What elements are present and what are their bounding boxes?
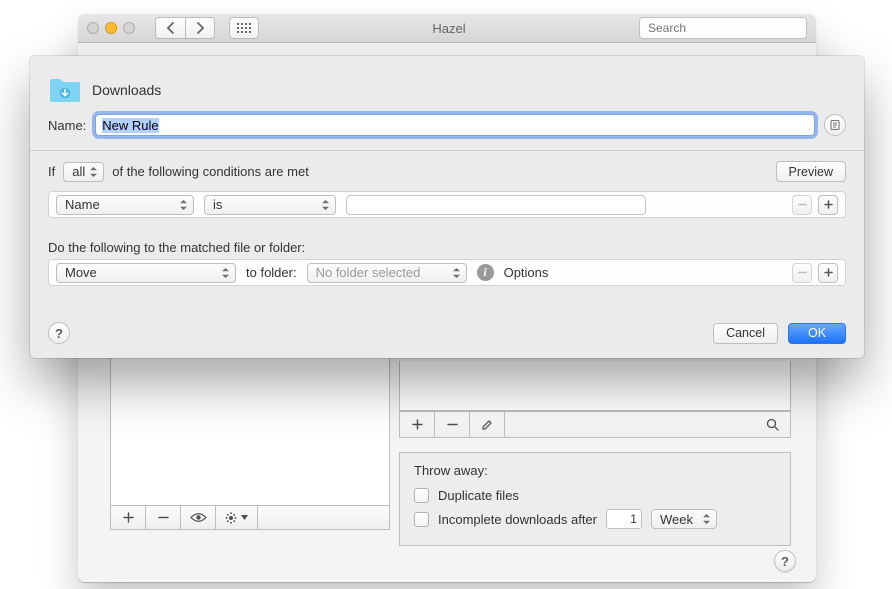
back-button[interactable]: [155, 17, 185, 39]
action-row: Move to folder: No folder selected i Opt…: [48, 259, 846, 286]
actions-label: Do the following to the matched file or …: [30, 228, 864, 259]
eye-icon: [190, 512, 207, 523]
throw-away-title: Throw away:: [414, 463, 776, 478]
add-condition-button[interactable]: [818, 195, 838, 215]
rule-name-label: Name:: [48, 118, 86, 133]
duplicate-files-label: Duplicate files: [438, 488, 519, 503]
action-destination-popup[interactable]: No folder selected: [307, 263, 467, 283]
grid-icon: [237, 23, 251, 33]
add-action-button[interactable]: [818, 263, 838, 283]
folder-actions-menu[interactable]: [216, 506, 258, 529]
show-all-button[interactable]: [229, 17, 259, 39]
rules-toolbar: [399, 411, 791, 438]
zoom-window-button[interactable]: [123, 22, 135, 34]
preview-folder-button[interactable]: [181, 506, 216, 529]
condition-attribute-popup[interactable]: Name: [56, 195, 194, 215]
rule-name-row: Name:: [30, 112, 864, 150]
note-icon: [829, 119, 841, 131]
action-options-label[interactable]: Options: [504, 265, 549, 280]
remove-condition-button[interactable]: [792, 195, 812, 215]
incomplete-downloads-value[interactable]: [606, 509, 642, 529]
condition-scope-popup[interactable]: all: [63, 162, 104, 182]
chevron-right-icon: [196, 22, 205, 34]
duplicate-files-checkbox[interactable]: [414, 488, 429, 503]
search-input[interactable]: [646, 20, 805, 36]
chevron-left-icon: [166, 22, 175, 34]
edit-rule-button[interactable]: [470, 412, 505, 437]
minus-icon: [798, 268, 807, 277]
rules-list[interactable]: [399, 361, 791, 411]
incomplete-downloads-checkbox[interactable]: [414, 512, 429, 527]
if-label: If: [48, 164, 55, 179]
rules-pane: Throw away: Duplicate files Incomplete d…: [399, 361, 791, 546]
folder-list[interactable]: [110, 340, 390, 530]
cancel-button[interactable]: Cancel: [713, 323, 778, 344]
minus-icon: [447, 419, 458, 430]
nav-group: [155, 17, 215, 39]
help-button[interactable]: ?: [774, 550, 796, 572]
forward-button[interactable]: [185, 17, 215, 39]
rules-search-button[interactable]: [755, 412, 790, 437]
remove-folder-button[interactable]: [146, 506, 181, 529]
plus-icon: [412, 419, 423, 430]
rule-editor-sheet: Downloads Name: If all of the following …: [30, 56, 864, 358]
titlebar: Hazel: [78, 14, 816, 43]
plus-icon: [824, 200, 833, 209]
action-to-label: to folder:: [246, 265, 297, 280]
plus-icon: [123, 512, 134, 523]
info-icon: i: [477, 264, 494, 281]
ok-button[interactable]: OK: [788, 323, 846, 344]
remove-rule-button[interactable]: [435, 412, 470, 437]
downloads-folder-icon: [48, 76, 82, 104]
incomplete-downloads-label: Incomplete downloads after: [438, 512, 597, 527]
sheet-header: Downloads: [30, 56, 864, 112]
action-verb-popup[interactable]: Move: [56, 263, 236, 283]
sheet-footer: ? Cancel OK: [30, 312, 864, 358]
search-field[interactable]: [639, 17, 807, 39]
add-rule-button[interactable]: [400, 412, 435, 437]
minimize-window-button[interactable]: [105, 22, 117, 34]
incomplete-downloads-unit[interactable]: Week: [651, 509, 717, 529]
folder-list-toolbar: [111, 505, 389, 529]
minus-icon: [158, 512, 169, 523]
sheet-help-button[interactable]: ?: [48, 322, 70, 344]
condition-row: Name is: [48, 191, 846, 218]
minus-icon: [798, 200, 807, 209]
remove-action-button[interactable]: [792, 263, 812, 283]
gear-icon: [225, 511, 239, 525]
window-title: Hazel: [265, 21, 633, 36]
preview-button[interactable]: Preview: [776, 161, 846, 182]
close-window-button[interactable]: [87, 22, 99, 34]
condition-value-input[interactable]: [346, 195, 646, 215]
add-folder-button[interactable]: [111, 506, 146, 529]
rule-name-input[interactable]: [95, 114, 815, 136]
rule-notes-button[interactable]: [824, 114, 846, 136]
plus-icon: [824, 268, 833, 277]
throw-away-section: Throw away: Duplicate files Incomplete d…: [399, 452, 791, 546]
search-icon: [766, 418, 779, 431]
chevron-down-icon: [241, 515, 248, 520]
conditions-section: If all of the following conditions are m…: [30, 151, 864, 228]
pencil-icon: [481, 419, 493, 431]
condition-operator-popup[interactable]: is: [204, 195, 336, 215]
conditions-suffix: of the following conditions are met: [112, 164, 309, 179]
sheet-folder-name: Downloads: [92, 82, 161, 98]
